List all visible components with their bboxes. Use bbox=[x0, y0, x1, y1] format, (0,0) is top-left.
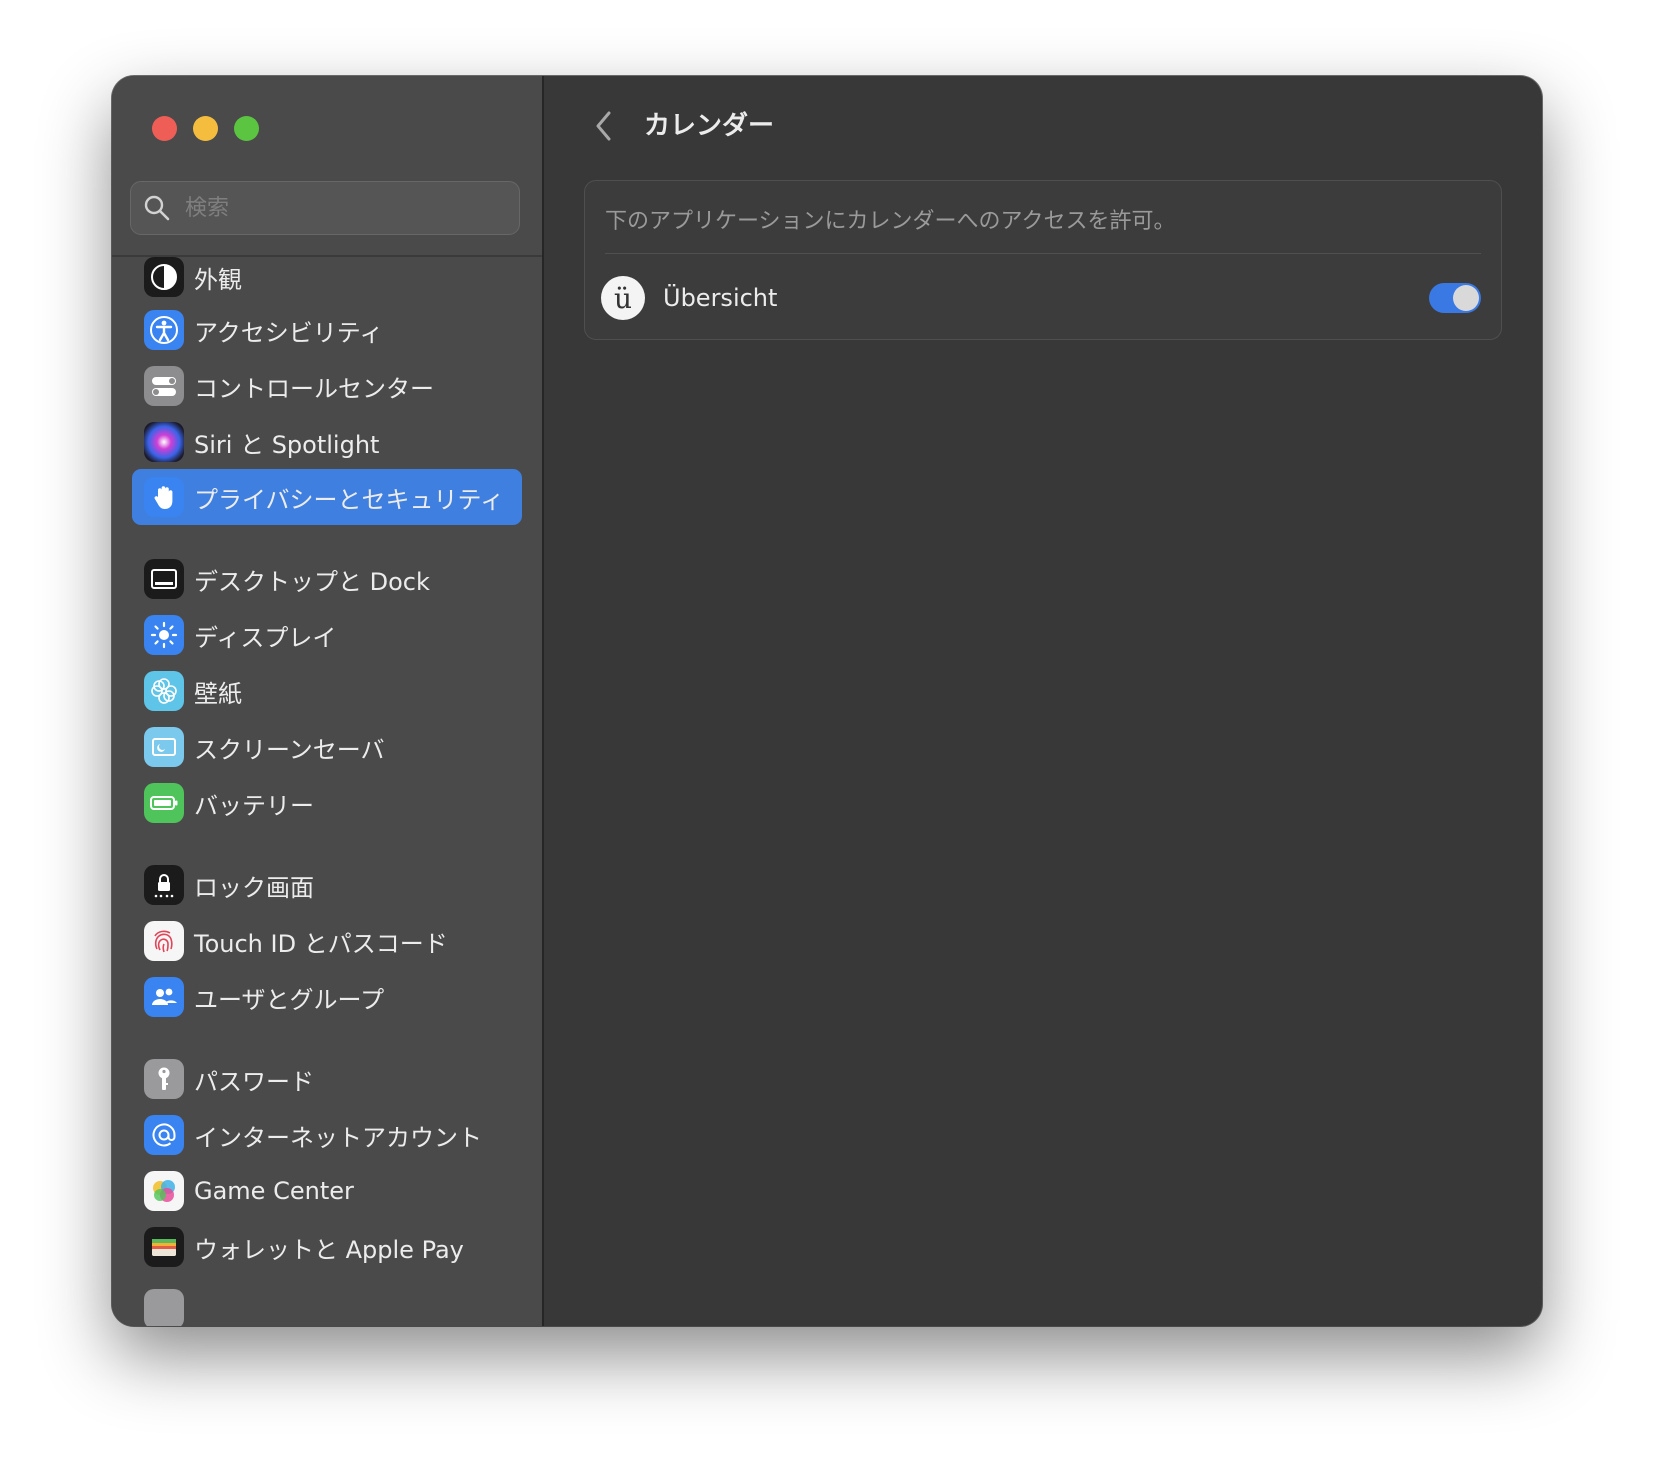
zoom-button[interactable] bbox=[234, 116, 259, 141]
sidebar-item-screensaver[interactable]: スクリーンセーバ bbox=[132, 719, 522, 775]
users-icon bbox=[144, 977, 184, 1017]
sidebar-item-appearance[interactable]: 外観 bbox=[132, 257, 522, 305]
page-title: カレンダー bbox=[644, 111, 775, 141]
chevron-left-icon bbox=[596, 111, 611, 141]
fingerprint-icon bbox=[144, 921, 184, 961]
sidebar-item-label: デスクトップと Dock bbox=[194, 567, 430, 596]
at-icon bbox=[144, 1115, 184, 1155]
sidebar-item-label: 壁紙 bbox=[194, 679, 242, 708]
sidebar-item-privacy-security[interactable]: プライバシーとセキュリティ bbox=[132, 469, 522, 525]
sidebar-item-internet-accounts[interactable]: インターネットアカウント bbox=[132, 1107, 522, 1163]
sidebar-item-label: Game Center bbox=[194, 1177, 354, 1205]
sidebar: 外観 アクセシビリティ コントロールセンター Siri と Spotlight bbox=[112, 76, 544, 1326]
close-button[interactable] bbox=[152, 116, 177, 141]
app-name: Übersicht bbox=[663, 284, 778, 312]
siri-icon bbox=[144, 422, 184, 462]
access-card: 下のアプリケーションにカレンダーへのアクセスを許可。 ü Übersicht bbox=[584, 180, 1502, 340]
sidebar-item-lock-screen[interactable]: ロック画面 bbox=[132, 857, 522, 913]
app-row: ü Übersicht bbox=[601, 267, 1481, 329]
toggle-knob bbox=[1453, 285, 1479, 311]
game-center-icon bbox=[144, 1171, 184, 1211]
battery-icon bbox=[144, 783, 184, 823]
sidebar-item-game-center[interactable]: Game Center bbox=[132, 1163, 522, 1219]
sidebar-item-label: パスワード bbox=[194, 1067, 314, 1096]
appearance-icon bbox=[144, 257, 184, 297]
sidebar-item-label: ウォレットと Apple Pay bbox=[194, 1235, 464, 1264]
screensaver-icon bbox=[144, 727, 184, 767]
card-divider bbox=[605, 253, 1481, 254]
app-access-toggle[interactable] bbox=[1429, 283, 1481, 313]
sidebar-item-label: Siri と Spotlight bbox=[194, 430, 380, 459]
sidebar-item-battery[interactable]: バッテリー bbox=[132, 775, 522, 831]
sidebar-item-label: アクセシビリティ bbox=[194, 318, 384, 347]
accessibility-icon bbox=[144, 310, 184, 350]
sidebar-item-label: Touch ID とパスコード bbox=[194, 929, 448, 958]
sidebar-item-label: ユーザとグループ bbox=[194, 985, 385, 1014]
sidebar-item-touch-id[interactable]: Touch ID とパスコード bbox=[132, 913, 522, 969]
access-description: 下のアプリケーションにカレンダーへのアクセスを許可。 bbox=[605, 209, 1176, 234]
sidebar-item-label: スクリーンセーバ bbox=[194, 735, 385, 764]
sidebar-item-label: コントロールセンター bbox=[194, 374, 434, 403]
display-icon bbox=[144, 615, 184, 655]
sidebar-item-label: ロック画面 bbox=[194, 873, 314, 902]
sidebar-item-display[interactable]: ディスプレイ bbox=[132, 607, 522, 663]
keyboard-icon bbox=[144, 1289, 184, 1326]
minimize-button[interactable] bbox=[193, 116, 218, 141]
search-field[interactable] bbox=[130, 181, 520, 235]
lock-screen-icon bbox=[144, 865, 184, 905]
sidebar-item-label: プライバシーとセキュリティ bbox=[194, 485, 505, 514]
sidebar-item-label: バッテリー bbox=[194, 791, 314, 820]
sidebar-item-users-groups[interactable]: ユーザとグループ bbox=[132, 969, 522, 1025]
sidebar-item-accessibility[interactable]: アクセシビリティ bbox=[132, 302, 522, 358]
sidebar-item-label: 外観 bbox=[194, 265, 242, 294]
sidebar-item-label: ディスプレイ bbox=[194, 623, 337, 652]
sidebar-item-label: インターネットアカウント bbox=[194, 1123, 482, 1152]
content-pane: カレンダー 下のアプリケーションにカレンダーへのアクセスを許可。 ü Übers… bbox=[544, 76, 1542, 1326]
sidebar-item-passwords[interactable]: パスワード bbox=[132, 1051, 522, 1107]
app-icon: ü bbox=[601, 276, 645, 320]
wallet-icon bbox=[144, 1227, 184, 1267]
sidebar-list: 外観 アクセシビリティ コントロールセンター Siri と Spotlight bbox=[112, 257, 542, 1326]
sidebar-item-siri[interactable]: Siri と Spotlight bbox=[132, 414, 522, 470]
back-button[interactable] bbox=[584, 106, 624, 146]
hand-icon bbox=[144, 477, 184, 517]
search-icon bbox=[144, 195, 170, 221]
search-input[interactable] bbox=[183, 194, 507, 222]
control-center-icon bbox=[144, 366, 184, 406]
wallpaper-icon bbox=[144, 671, 184, 711]
sidebar-item-wallpaper[interactable]: 壁紙 bbox=[132, 663, 522, 719]
sidebar-item-partial[interactable] bbox=[132, 1281, 522, 1326]
desktop-dock-icon bbox=[144, 559, 184, 599]
key-icon bbox=[144, 1059, 184, 1099]
sidebar-item-wallet[interactable]: ウォレットと Apple Pay bbox=[132, 1219, 522, 1275]
sidebar-item-desktop-dock[interactable]: デスクトップと Dock bbox=[132, 551, 522, 607]
sidebar-item-control-center[interactable]: コントロールセンター bbox=[132, 358, 522, 414]
window-controls bbox=[152, 116, 259, 141]
settings-window: 外観 アクセシビリティ コントロールセンター Siri と Spotlight bbox=[112, 76, 1542, 1326]
